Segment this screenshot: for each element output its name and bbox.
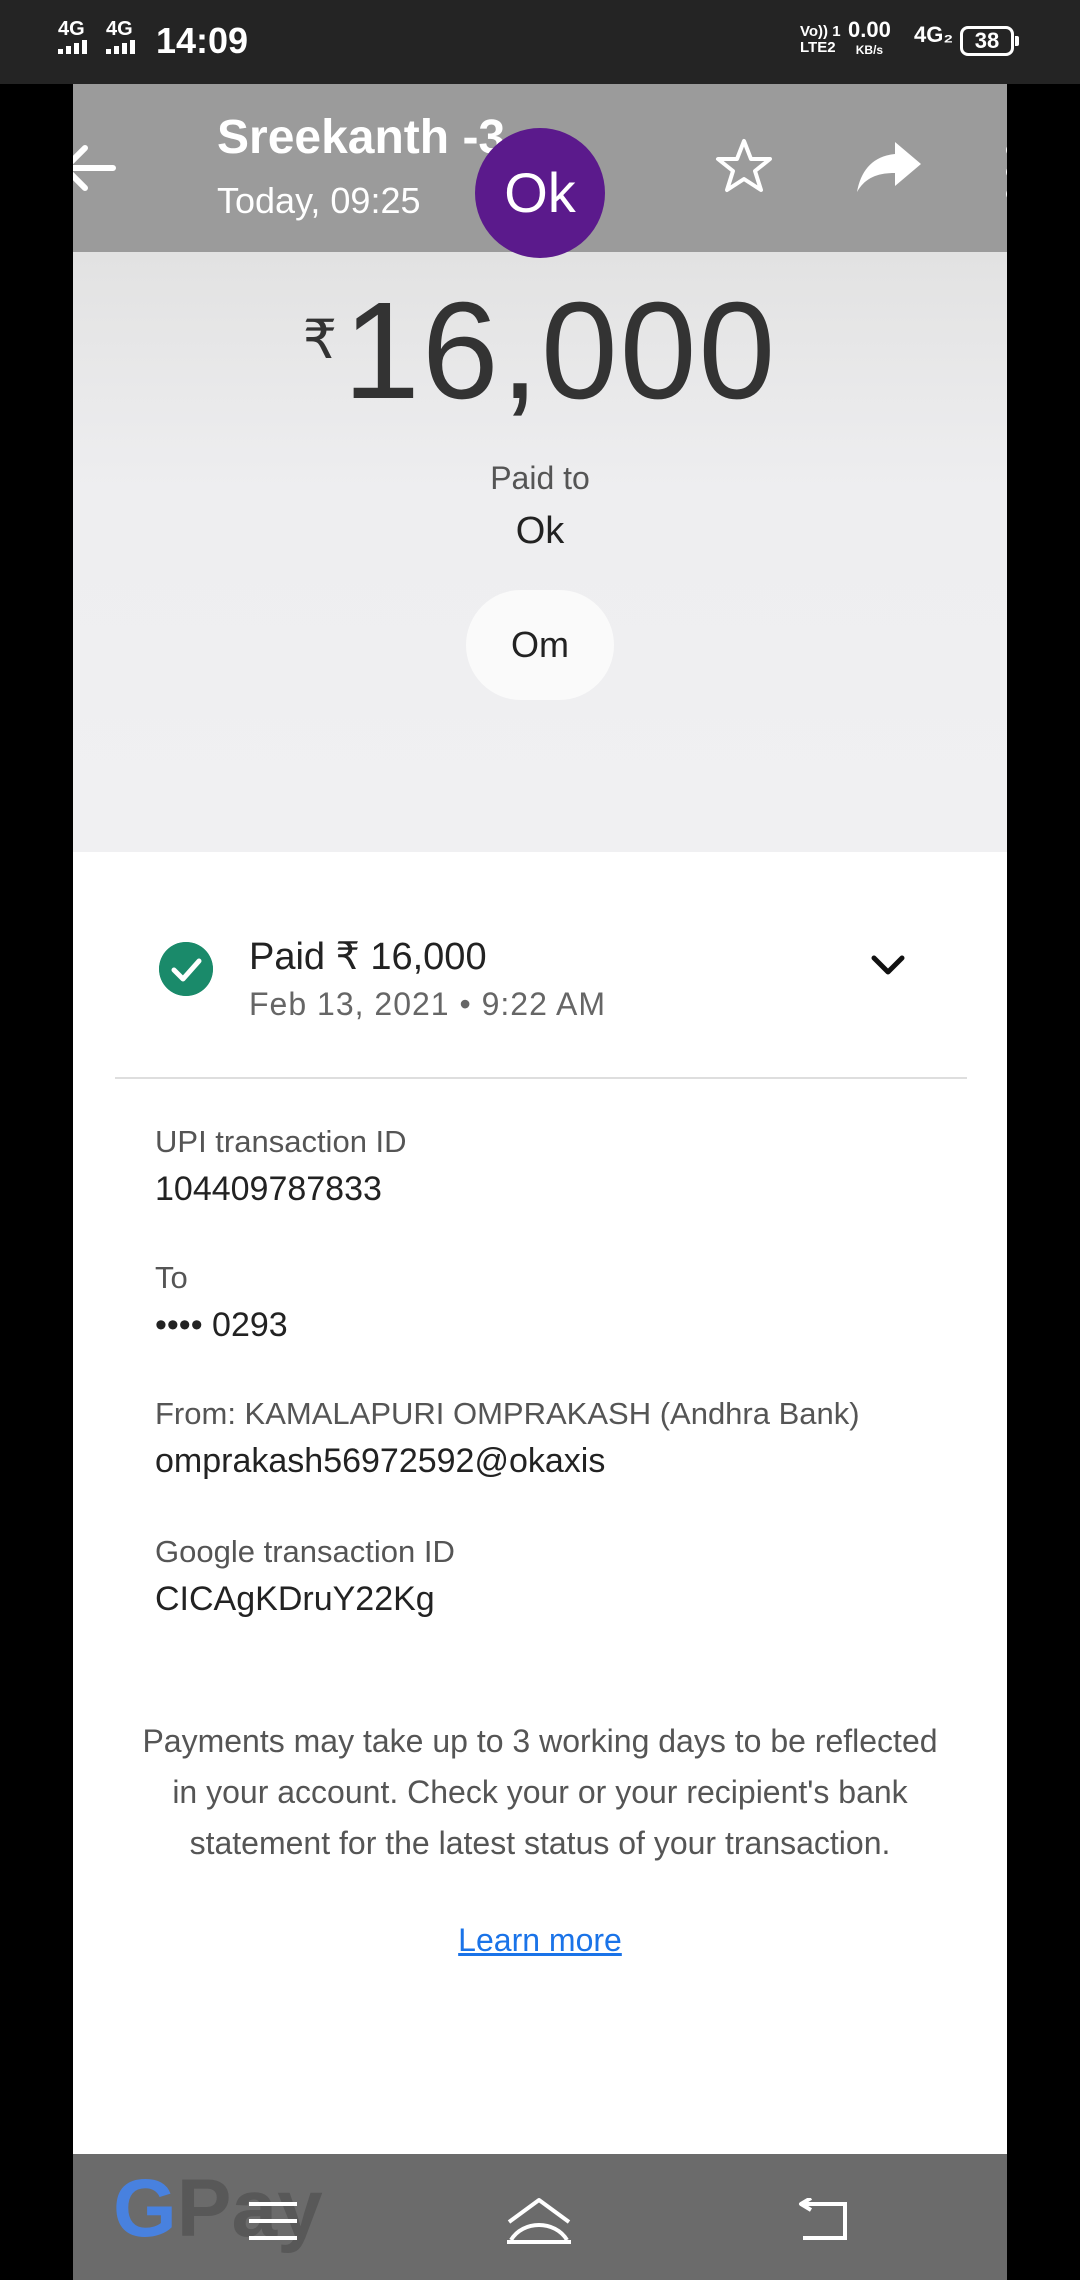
divider bbox=[115, 1077, 967, 1079]
network-speed: 0.00 KB/s bbox=[848, 17, 891, 58]
from-upi-id-value: omprakash56972592@okaxis bbox=[155, 1442, 606, 1480]
signal-indicator-1: 4G bbox=[58, 19, 87, 54]
menu-icon[interactable] bbox=[247, 2200, 299, 2242]
contact-name: Sreekanth -3 bbox=[217, 111, 506, 164]
avatar[interactable]: Ok bbox=[475, 128, 605, 258]
check-circle-icon bbox=[159, 942, 213, 996]
payment-details-screen: Sreekanth -3 Today, 09:25 Ok ₹16,000 Pai… bbox=[73, 84, 1007, 2280]
status-text: Paid ₹ 16,000 bbox=[249, 936, 487, 978]
payment-status-row[interactable]: Paid ₹ 16,000 Feb 13, 2021 • 9:22 AM bbox=[73, 924, 1007, 1044]
payee-name: Ok bbox=[515, 510, 565, 552]
back-icon[interactable] bbox=[795, 2198, 851, 2242]
google-transaction-id-label: Google transaction ID bbox=[155, 1534, 455, 1569]
volte-indicator: Vo)) 1 LTE2 bbox=[800, 23, 841, 56]
to-account-value: •••• 0293 bbox=[155, 1306, 288, 1344]
home-icon[interactable] bbox=[503, 2194, 575, 2246]
payment-summary: ₹16,000 Paid to Ok Om bbox=[73, 252, 1007, 852]
learn-more-link[interactable]: Learn more bbox=[73, 1922, 1007, 1959]
info-message: Payments may take up to 3 working days t… bbox=[142, 1723, 938, 1861]
status-bar: 4G 4G 14:09 Vo)) 1 LTE2 0.00 KB/s 4G₂ 38 bbox=[0, 0, 1080, 84]
status-datetime: Feb 13, 2021 • 9:22 AM bbox=[249, 986, 606, 1022]
payment-note: Om bbox=[466, 590, 614, 700]
chevron-down-icon[interactable] bbox=[869, 950, 907, 980]
upi-transaction-id-label: UPI transaction ID bbox=[155, 1124, 407, 1159]
more-options-icon[interactable] bbox=[1003, 142, 1007, 202]
to-label: To bbox=[155, 1260, 188, 1295]
network-type: 4G₂ bbox=[914, 22, 954, 47]
share-icon[interactable] bbox=[853, 136, 925, 198]
star-icon[interactable] bbox=[713, 136, 775, 198]
timestamp: Today, 09:25 bbox=[217, 180, 421, 221]
signal-indicator-2: 4G bbox=[106, 19, 135, 54]
battery-icon: 38 bbox=[960, 26, 1019, 56]
back-arrow-icon[interactable] bbox=[73, 136, 123, 200]
paid-to-label: Paid to bbox=[490, 460, 590, 496]
currency-symbol: ₹ bbox=[302, 310, 338, 370]
from-label: From: KAMALAPURI OMPRAKASH (Andhra Bank) bbox=[155, 1396, 860, 1431]
clock: 14:09 bbox=[156, 20, 249, 61]
amount-value: 16,000 bbox=[343, 274, 778, 428]
google-transaction-id-value: CICAgKDruY22Kg bbox=[155, 1580, 435, 1618]
payment-amount: ₹16,000 bbox=[73, 272, 1007, 431]
upi-transaction-id-value: 104409787833 bbox=[155, 1170, 382, 1208]
system-navigation-bar: GPay bbox=[73, 2154, 1007, 2280]
